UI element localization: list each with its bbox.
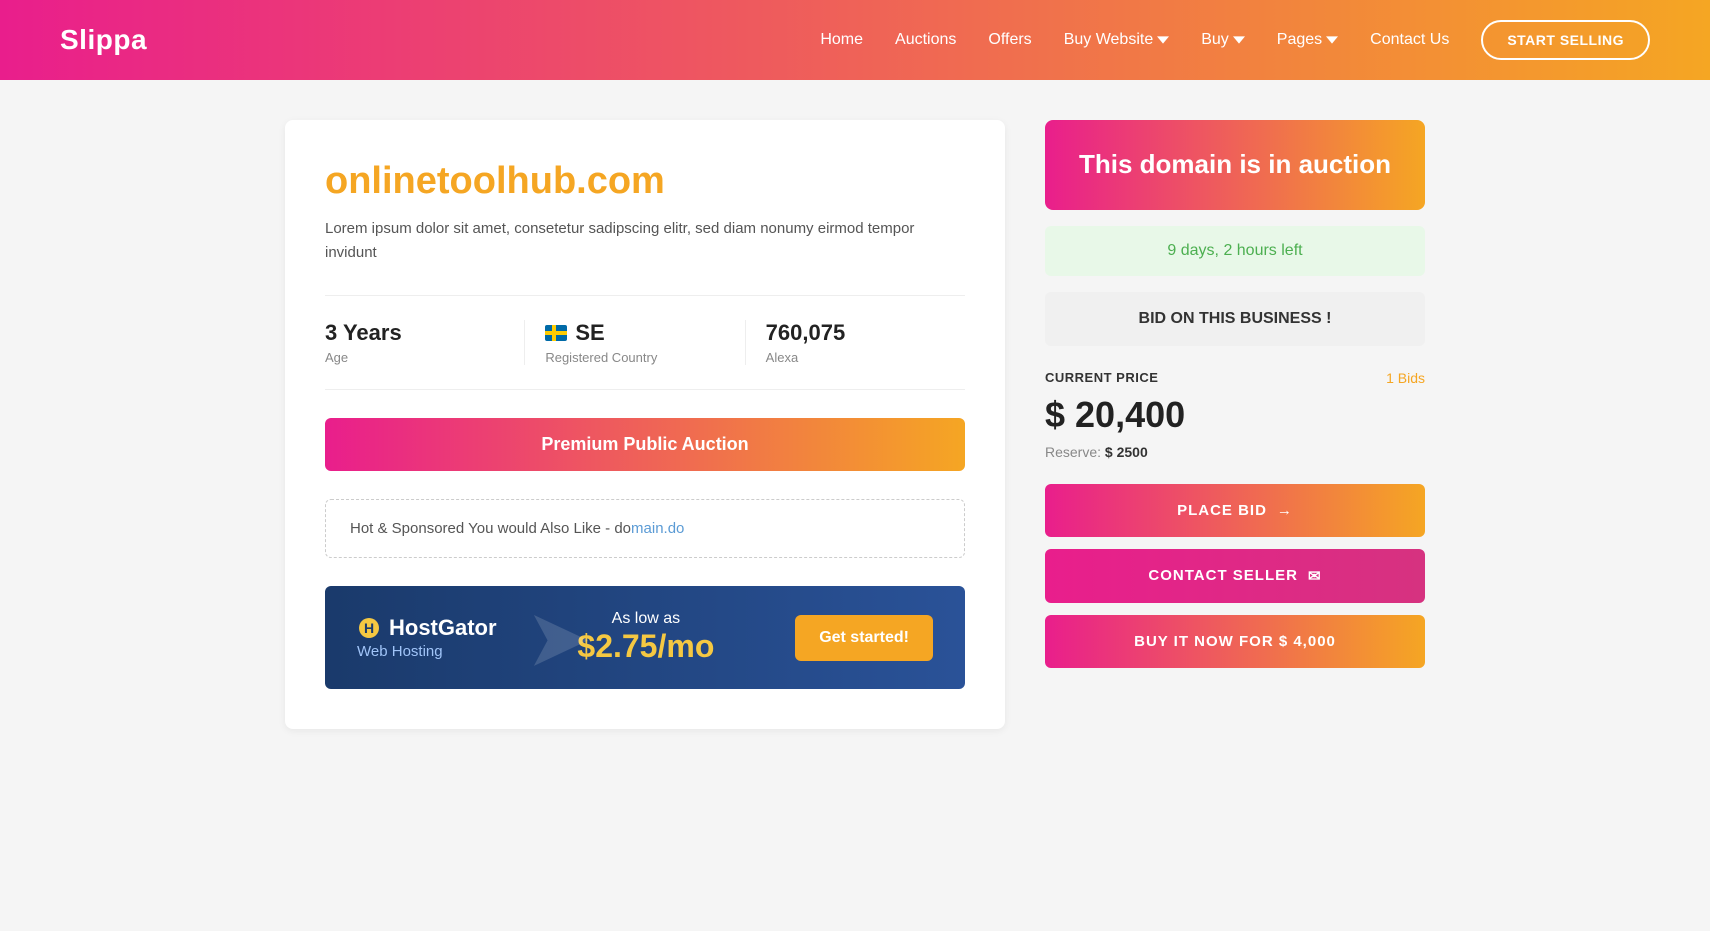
stat-alexa: 760,075 Alexa — [746, 320, 965, 365]
stat-country-value: SE — [545, 320, 724, 346]
buy-now-button[interactable]: BUY IT NOW FOR $ 4,000 — [1045, 615, 1425, 668]
auction-status-badge: This domain is in auction — [1045, 120, 1425, 210]
hg-arrow-decoration: ➤ — [525, 591, 592, 684]
auction-sidebar: This domain is in auction 9 days, 2 hour… — [1045, 120, 1425, 668]
contact-seller-button[interactable]: CONTACT SELLER ✉ — [1045, 549, 1425, 603]
stat-alexa-label: Alexa — [766, 350, 945, 365]
nav-buy-website[interactable]: Buy Website — [1064, 31, 1170, 49]
nav-home[interactable]: Home — [820, 31, 863, 49]
domain-name: onlinetoolhub.com — [325, 160, 965, 203]
mail-icon: ✉ — [1308, 567, 1322, 585]
chevron-down-icon — [1157, 34, 1169, 46]
hg-sub: Web Hosting — [357, 643, 497, 660]
hostgator-icon: H — [357, 616, 381, 640]
domain-stats: 3 Years Age SE Registered Country 760,07… — [325, 295, 965, 390]
hg-as-low-text: As low as — [577, 610, 714, 628]
nav-offers[interactable]: Offers — [988, 31, 1031, 49]
current-price-label: CURRENT PRICE — [1045, 370, 1158, 385]
time-left-display: 9 days, 2 hours left — [1045, 226, 1425, 276]
svg-text:H: H — [364, 620, 374, 636]
nav-buy[interactable]: Buy — [1201, 31, 1245, 49]
logo: Slippa — [60, 24, 147, 56]
hg-brand: H HostGator Web Hosting — [357, 615, 497, 660]
hg-pricing: As low as $2.75/mo — [577, 610, 714, 665]
domain-description: Lorem ipsum dolor sit amet, consetetur s… — [325, 217, 965, 265]
bid-business-button[interactable]: BID ON THIS BUSINESS ! — [1045, 292, 1425, 346]
place-bid-button[interactable]: PLACE BID → — [1045, 484, 1425, 537]
stat-age-value: 3 Years — [325, 320, 504, 346]
stat-country-label: Registered Country — [545, 350, 724, 365]
sponsored-link[interactable]: main.do — [631, 520, 684, 537]
domain-detail-panel: onlinetoolhub.com Lorem ipsum dolor sit … — [285, 120, 1005, 729]
chevron-down-icon — [1233, 34, 1245, 46]
hostgator-banner[interactable]: H HostGator Web Hosting ➤ As low as $2.7… — [325, 586, 965, 689]
stat-age: 3 Years Age — [325, 320, 525, 365]
start-selling-button[interactable]: START SELLING — [1481, 20, 1650, 60]
hg-price: $2.75/mo — [577, 628, 714, 665]
header: Slippa Home Auctions Offers Buy Website … — [0, 0, 1710, 80]
auction-type-banner: Premium Public Auction — [325, 418, 965, 471]
flag-icon — [545, 325, 567, 341]
price-header: CURRENT PRICE 1 Bids — [1045, 370, 1425, 386]
stat-alexa-value: 760,075 — [766, 320, 945, 346]
main-nav: Home Auctions Offers Buy Website Buy Pag… — [820, 20, 1650, 60]
nav-auctions[interactable]: Auctions — [895, 31, 956, 49]
current-price-value: $ 20,400 — [1045, 394, 1425, 436]
arrow-icon: → — [1277, 502, 1293, 519]
price-section: CURRENT PRICE 1 Bids $ 20,400 Reserve: $… — [1045, 370, 1425, 460]
sponsored-box: Hot & Sponsored You would Also Like - do… — [325, 499, 965, 558]
hostgator-cta-button[interactable]: Get started! — [795, 615, 933, 661]
main-container: onlinetoolhub.com Lorem ipsum dolor sit … — [255, 120, 1455, 729]
nav-pages[interactable]: Pages — [1277, 31, 1338, 49]
chevron-down-icon — [1326, 34, 1338, 46]
nav-contact-us[interactable]: Contact Us — [1370, 31, 1449, 49]
stat-age-label: Age — [325, 350, 504, 365]
bids-count: 1 Bids — [1386, 370, 1425, 386]
reserve-price: Reserve: $ 2500 — [1045, 444, 1425, 460]
hg-logo: H HostGator — [357, 615, 497, 641]
stat-country: SE Registered Country — [525, 320, 745, 365]
